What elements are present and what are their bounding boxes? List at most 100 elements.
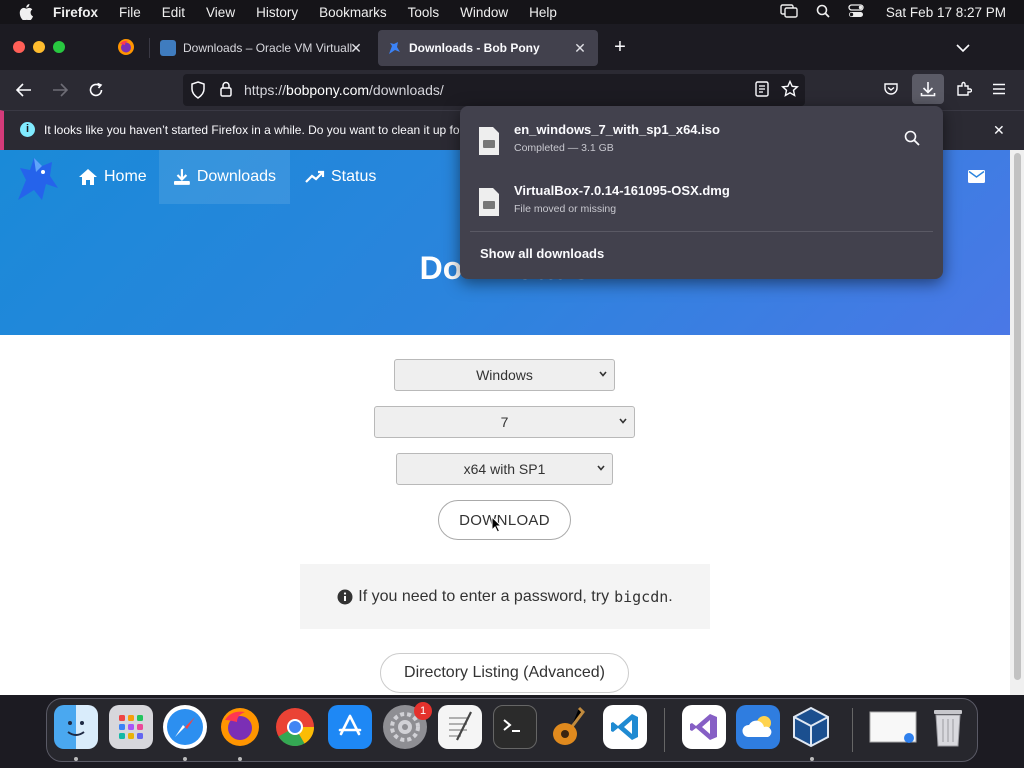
screen-mirroring-icon[interactable] [780,3,798,21]
tab-close-icon[interactable]: ✕ [348,40,364,56]
icloud-weather-icon[interactable] [736,705,780,749]
spotlight-search-icon[interactable] [816,4,830,21]
lock-icon[interactable] [219,81,233,102]
desktop-window-thumbnail-icon[interactable] [868,705,918,749]
forward-button[interactable] [47,78,73,102]
download-item[interactable]: en_windows_7_with_sp1_x64.iso Completed … [460,112,943,170]
tab-title: Downloads - Bob Pony [409,41,540,55]
macos-menu-bar: Firefox File Edit View History Bookmarks… [0,0,1024,24]
app-store-icon[interactable] [328,705,372,749]
menubar-clock[interactable]: Sat Feb 17 8:27 PM [886,5,1006,20]
version-select[interactable]: 7 [374,406,635,438]
show-all-downloads-button[interactable]: Show all downloads [480,246,604,261]
trash-icon[interactable] [926,705,970,749]
chrome-icon[interactable] [273,705,317,749]
notification-badge: 1 [414,702,432,720]
edition-select[interactable]: x64 with SP1 [396,453,613,485]
tracking-protection-shield-icon[interactable] [190,81,206,104]
bobpony-favicon-icon [386,40,402,56]
textedit-icon[interactable] [438,705,482,749]
running-indicator [183,757,187,761]
downloads-button[interactable] [912,74,944,104]
download-status: File moved or missing [514,203,617,215]
close-window-button[interactable] [13,41,25,53]
url-host: bobpony.com [286,82,370,98]
site-nav-home-label: Home [104,168,147,185]
file-icon [479,188,499,216]
notification-close-button[interactable]: ✕ [993,122,1005,139]
dock-divider [852,708,853,752]
version-select-value: 7 [500,414,509,430]
firefox-view-button[interactable] [117,38,135,56]
list-all-tabs-button[interactable] [956,40,970,58]
finder-icon[interactable] [54,705,98,749]
home-icon [79,169,97,185]
download-file-name: VirtualBox-7.0.14-161095-OSX.dmg [514,183,730,198]
garageband-icon[interactable] [547,705,591,749]
running-indicator [238,757,242,761]
downloads-panel: en_windows_7_with_sp1_x64.iso Completed … [460,106,943,279]
terminal-icon[interactable] [493,705,537,749]
safari-icon[interactable] [163,705,207,749]
file-icon [479,127,499,155]
pocket-button[interactable] [883,81,899,102]
new-tab-button[interactable]: + [611,37,629,57]
tab-separator [149,38,150,58]
menu-history[interactable]: History [256,5,298,20]
menu-app-firefox[interactable]: Firefox [53,5,98,20]
url-prefix: https:// [244,82,287,98]
directory-listing-button[interactable]: Directory Listing (Advanced) [380,653,629,693]
notification-text: It looks like you haven’t started Firefo… [44,123,464,137]
download-arrow-icon [920,82,936,97]
site-nav-downloads-label: Downloads [196,168,276,185]
back-button[interactable] [11,78,37,102]
os-select-value: Windows [476,367,533,383]
extensions-button[interactable] [956,81,973,102]
bookmark-star-icon[interactable] [780,79,800,103]
virtualbox-icon[interactable] [789,705,833,749]
site-nav-status[interactable]: Status [291,150,390,204]
zoom-window-button[interactable] [53,41,65,53]
control-center-icon[interactable] [848,3,864,21]
reload-button[interactable] [83,78,109,102]
envelope-icon[interactable] [968,170,985,188]
firefox-icon[interactable] [218,705,262,749]
arrow-left-icon [16,83,31,97]
page-scrollbar-thumb[interactable] [1014,153,1021,680]
download-button[interactable]: DOWNLOAD [438,500,571,540]
menu-tools[interactable]: Tools [408,5,440,20]
app-menu-button[interactable] [992,82,1006,100]
tab-close-icon[interactable]: ✕ [572,40,588,56]
launchpad-icon[interactable] [109,705,153,749]
os-select[interactable]: Windows [394,359,615,391]
chevron-down-icon [599,371,607,377]
tab-bob-pony[interactable]: Downloads - Bob Pony ✕ [378,30,598,66]
menu-view[interactable]: View [206,5,235,20]
reader-view-icon[interactable] [754,81,770,102]
url-path: /downloads/ [369,82,444,98]
show-in-folder-magnifier-icon[interactable] [904,130,920,146]
reload-icon [89,82,103,97]
minimize-window-button[interactable] [33,41,45,53]
url-text[interactable]: https://bobpony.com/downloads/ [244,82,444,98]
site-nav-downloads[interactable]: Downloads [159,150,290,204]
tab-oracle-vm[interactable]: Downloads – Oracle VM Virtuall ✕ [152,30,374,66]
menu-help[interactable]: Help [529,5,557,20]
download-item[interactable]: VirtualBox-7.0.14-161095-OSX.dmg File mo… [460,173,943,231]
arrow-right-icon [53,83,68,97]
menu-bookmarks[interactable]: Bookmarks [319,5,387,20]
menu-edit[interactable]: Edit [162,5,185,20]
apple-menu-icon[interactable] [19,4,37,20]
virtualbox-favicon-icon [160,40,176,56]
vscode-icon[interactable] [603,705,647,749]
chevron-down-icon [956,44,970,53]
info-icon: i [20,122,35,137]
menu-window[interactable]: Window [460,5,508,20]
password-code: bigcdn [614,587,669,606]
visual-studio-icon[interactable] [682,705,726,749]
menu-file[interactable]: File [119,5,141,20]
site-nav-home[interactable]: Home [64,150,161,204]
running-indicator [810,757,814,761]
trend-icon [305,170,325,183]
bobpony-logo[interactable] [12,154,62,204]
